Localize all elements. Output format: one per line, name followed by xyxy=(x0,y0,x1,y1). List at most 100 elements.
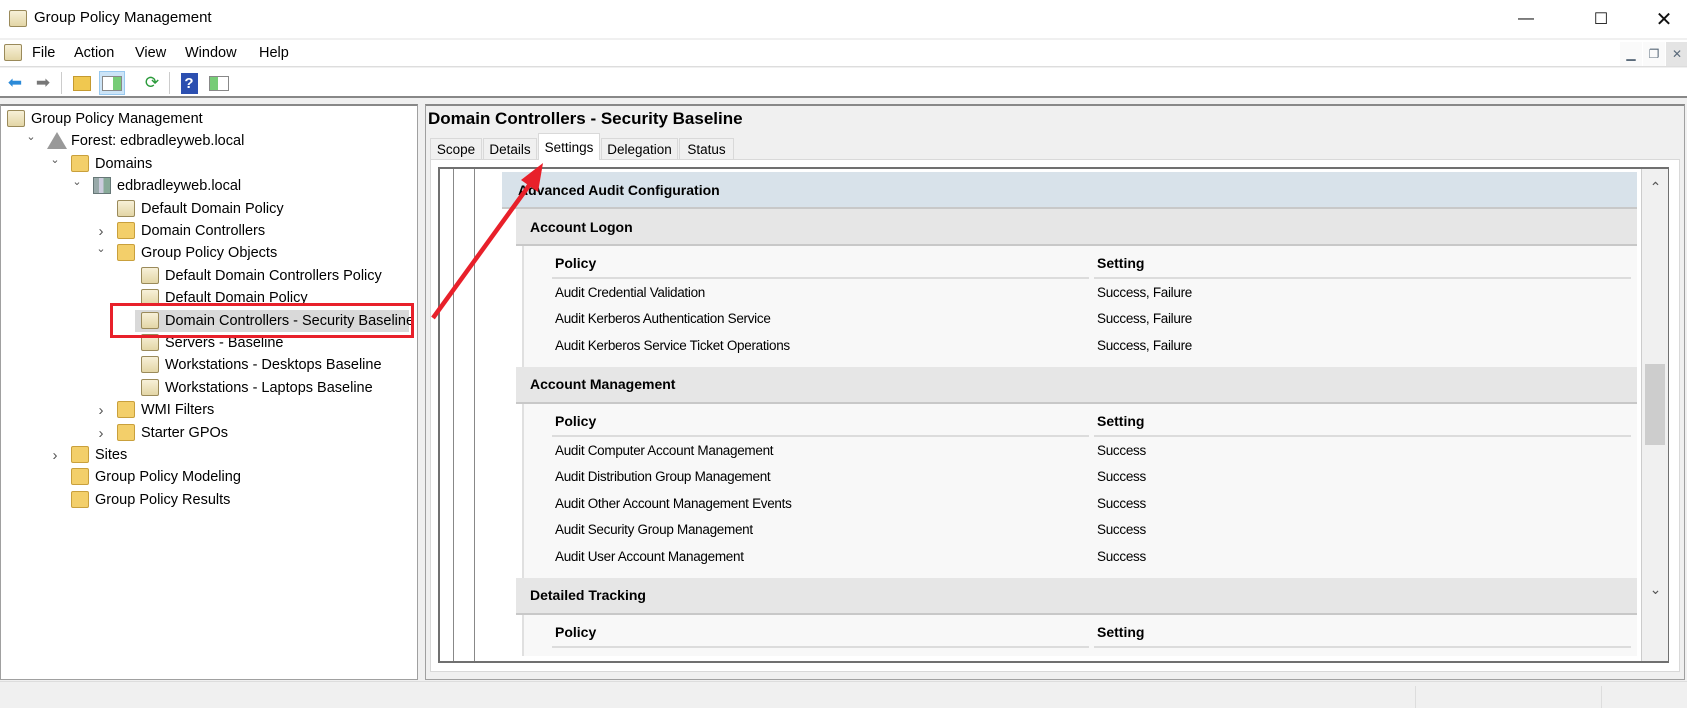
scroll-icon xyxy=(141,266,159,284)
menu-bar: File Action View Window Help xyxy=(0,40,1687,67)
tree-item-starter-gpos[interactable]: › Starter GPOs xyxy=(1,422,415,444)
show-hide-action-pane-icon[interactable] xyxy=(206,71,232,95)
folder-icon xyxy=(71,154,89,172)
tree-item-workstations-laptops-baseline[interactable]: Workstations - Laptops Baseline xyxy=(1,377,415,399)
title-bar: Group Policy Management — ☐ ✕ xyxy=(0,0,1687,38)
scroll-down-icon[interactable]: ⌄ xyxy=(1642,577,1669,601)
table-row: Audit Kerberos Authentication Service Suc… xyxy=(524,306,1637,333)
tab-scope[interactable]: Scope xyxy=(430,138,482,159)
tree-item-group-policy-management[interactable]: Group Policy Management xyxy=(1,108,415,130)
tab-settings[interactable]: Settings xyxy=(538,133,600,160)
chevron-right-icon[interactable]: › xyxy=(95,223,107,240)
scroll-icon xyxy=(141,378,159,396)
console-icon[interactable] xyxy=(4,44,22,61)
section-header-detailed-tracking[interactable]: Detailed Tracking xyxy=(516,577,1637,615)
mdi-restore-button[interactable]: ❐ xyxy=(1643,42,1665,66)
menu-window[interactable]: Window xyxy=(185,45,237,61)
status-bar xyxy=(0,681,1687,708)
menu-help[interactable]: Help xyxy=(259,45,289,61)
policy-name: Audit Kerberos Authentication Service xyxy=(555,311,771,327)
policy-name: Audit Credential Validation xyxy=(555,284,705,300)
tree-item-label: Default Domain Controllers Policy xyxy=(165,267,382,284)
table-row: Audit Distribution Group Management Succe… xyxy=(524,463,1637,490)
vertical-scrollbar[interactable]: ⌃ ⌄ xyxy=(1641,169,1668,661)
menu-view[interactable]: View xyxy=(135,45,166,61)
back-icon[interactable]: ⬅ xyxy=(2,71,28,95)
policy-setting: Success, Failure xyxy=(1097,311,1192,327)
tree-item-label: Group Policy Modeling xyxy=(95,469,241,486)
policy-name: Audit Security Group Management xyxy=(555,522,753,538)
section-header-advanced-audit[interactable]: Advanced Audit Configuration xyxy=(502,172,1637,209)
menu-action[interactable]: Action xyxy=(74,45,114,61)
tab-details[interactable]: Details xyxy=(483,138,537,159)
section-header-account-logon[interactable]: Account Logon xyxy=(516,209,1637,246)
chevron-down-icon[interactable]: ⌄ xyxy=(25,130,37,143)
tree-item-label: Group Policy Objects xyxy=(141,245,278,262)
tree-item-domain-controllers[interactable]: › Domain Controllers xyxy=(1,220,415,242)
tree-item-label: Starter GPOs xyxy=(141,424,229,441)
server-icon xyxy=(93,177,111,195)
tree-item-group-policy-results[interactable]: Group Policy Results xyxy=(1,489,415,511)
tree-item-group-policy-modeling[interactable]: Group Policy Modeling xyxy=(1,466,415,488)
tree-item-label: Default Domain Policy xyxy=(141,200,284,217)
policy-setting: Success xyxy=(1097,522,1146,538)
tree-item-edbradleyweb-local[interactable]: ⌄ edbradleyweb.local xyxy=(1,175,415,197)
tree-item-label: Group Policy Results xyxy=(95,491,231,508)
section-header-account-management[interactable]: Account Management xyxy=(516,366,1637,404)
tree-item-sites[interactable]: › Sites xyxy=(1,444,415,466)
annotation-highlight-box xyxy=(110,303,414,338)
chevron-right-icon[interactable]: › xyxy=(95,425,107,442)
table-row: Audit Security Group Management Success xyxy=(524,517,1637,544)
table-row: Audit Kerberos Service Ticket Operations… xyxy=(524,332,1637,359)
folder-icon xyxy=(117,401,135,419)
tree-item-default-domain-controllers-policy[interactable]: Default Domain Controllers Policy xyxy=(1,265,415,287)
show-hide-console-tree-icon[interactable] xyxy=(99,71,125,95)
minimize-button[interactable]: — xyxy=(1503,0,1549,38)
help-icon[interactable]: ? xyxy=(176,71,202,95)
mdi-close-button[interactable]: ✕ xyxy=(1666,42,1687,66)
tree-item-default-domain-policy[interactable]: Default Domain Policy xyxy=(1,198,415,220)
toolbar: ⬅ ➡ ⟳ ? xyxy=(0,68,1687,98)
scroll-icon xyxy=(141,356,159,374)
forward-icon[interactable]: ➡ xyxy=(30,71,56,95)
scroll-up-icon[interactable]: ⌃ xyxy=(1642,175,1669,199)
chevron-down-icon[interactable]: ⌄ xyxy=(71,175,83,188)
chevron-down-icon[interactable]: ⌄ xyxy=(49,153,61,166)
tree-item-group-policy-objects[interactable]: ⌄ Group Policy Objects xyxy=(1,242,415,264)
status-separator xyxy=(1415,686,1416,708)
scrollbar-thumb[interactable] xyxy=(1645,363,1665,445)
tree-item-forest-edbradleyweb-local[interactable]: ⌄ Forest: edbradleyweb.local xyxy=(1,130,415,152)
up-folder-icon[interactable] xyxy=(69,71,95,95)
folder-icon xyxy=(117,244,135,262)
chevron-right-icon[interactable]: › xyxy=(95,402,107,419)
tree-item-domains[interactable]: ⌄ Domains xyxy=(1,153,415,175)
folder-icon xyxy=(71,446,89,463)
toolbar-separator xyxy=(61,72,62,94)
policy-name: Audit Computer Account Management xyxy=(555,442,774,458)
policy-table: Policy Setting xyxy=(522,614,1637,656)
tree-item-label: edbradleyweb.local xyxy=(117,178,242,195)
table-row: Audit Credential Validation Success, Fail… xyxy=(524,279,1637,306)
table-header: Policy Setting xyxy=(524,246,1637,279)
tab-status[interactable]: Status xyxy=(679,138,734,159)
chevron-down-icon[interactable]: ⌄ xyxy=(95,242,107,255)
maximize-button[interactable]: ☐ xyxy=(1578,0,1624,38)
policy-table: Policy Setting Audit Computer Account Mana… xyxy=(522,403,1637,578)
toolbar-separator xyxy=(169,72,170,94)
column-header-setting: Setting xyxy=(1094,624,1631,648)
chevron-right-icon[interactable]: › xyxy=(49,447,61,464)
folder-icon xyxy=(117,222,135,239)
report-indent-line xyxy=(474,169,475,661)
mdi-minimize-button[interactable]: ▁ xyxy=(1620,42,1642,66)
tree-item-label: Forest: edbradleyweb.local xyxy=(71,133,245,150)
tab-delegation[interactable]: Delegation xyxy=(601,138,678,159)
tree-item-label: WMI Filters xyxy=(141,402,215,419)
menu-file[interactable]: File xyxy=(32,45,55,61)
tree-item-workstations-desktops-baseline[interactable]: Workstations - Desktops Baseline xyxy=(1,354,415,376)
refresh-icon[interactable]: ⟳ xyxy=(139,71,165,95)
window-title: Group Policy Management xyxy=(34,9,212,26)
tree-item-wmi-filters[interactable]: › WMI Filters xyxy=(1,399,415,421)
scroll-icon xyxy=(7,110,25,127)
policy-setting: Success xyxy=(1097,469,1146,485)
close-button[interactable]: ✕ xyxy=(1641,0,1687,38)
